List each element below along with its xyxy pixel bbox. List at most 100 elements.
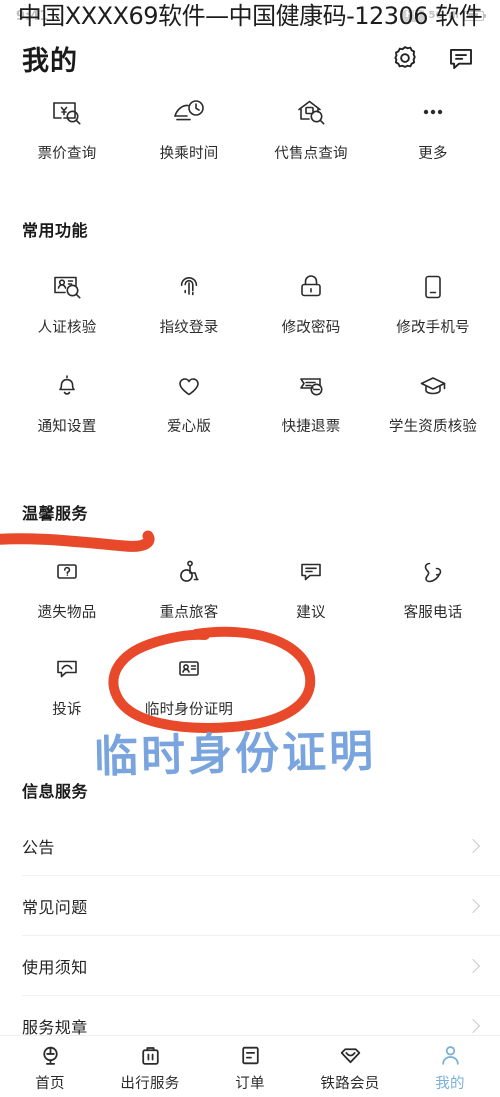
common-function-id-verify[interactable]: 人证核验 bbox=[6, 268, 128, 337]
member-diamond-icon bbox=[336, 1042, 364, 1068]
tab-label: 我的 bbox=[435, 1076, 465, 1092]
list-item[interactable]: 公告 bbox=[0, 816, 500, 876]
common-function-fingerprint-login[interactable]: 指纹登录 bbox=[128, 268, 250, 337]
phone-call-icon bbox=[413, 553, 453, 591]
chevron-right-icon bbox=[465, 898, 481, 914]
lock-icon bbox=[291, 268, 331, 306]
warm-services-grid-row1: 遗失物品 重点旅客 建议 客服电话 bbox=[0, 553, 500, 622]
chevron-right-icon bbox=[465, 1018, 481, 1034]
warm-services-grid-row2: 投诉 临时身份证明 bbox=[0, 650, 500, 719]
heart-icon bbox=[169, 367, 209, 405]
common-function-label: 通知设置 bbox=[37, 419, 97, 435]
common-function-label: 学生资质核验 bbox=[388, 419, 478, 435]
tab-orders[interactable]: 订单 bbox=[200, 1042, 300, 1093]
person-icon bbox=[436, 1042, 464, 1068]
message-icon[interactable] bbox=[446, 43, 476, 73]
fare-search-icon bbox=[47, 94, 87, 132]
more-dots-icon bbox=[413, 94, 453, 132]
warm-service-suggestion[interactable]: 建议 bbox=[250, 553, 372, 622]
temp-id-icon bbox=[169, 650, 209, 688]
tab-travel-services[interactable]: 出行服务 bbox=[100, 1042, 200, 1093]
list-item-label: 使用须知 bbox=[22, 958, 88, 977]
tab-home[interactable]: 首页 bbox=[0, 1042, 100, 1093]
app-screen: 9:41 HD 5G ıll 中国XXXX69软件—中国健康码-12306 软件… bbox=[0, 0, 500, 1097]
warm-service-label: 客服电话 bbox=[403, 605, 463, 621]
section-title-common-functions: 常用功能 bbox=[22, 221, 89, 240]
warm-service-complaint[interactable]: 投诉 bbox=[6, 650, 128, 719]
common-function-student-verify[interactable]: 学生资质核验 bbox=[372, 367, 494, 436]
header-actions bbox=[390, 43, 476, 73]
warm-service-label: 建议 bbox=[296, 605, 326, 621]
marker-underline bbox=[0, 530, 155, 552]
battery-icon bbox=[464, 10, 486, 21]
fingerprint-icon bbox=[169, 268, 209, 306]
refund-ticket-icon bbox=[291, 367, 331, 405]
list-item-label: 公告 bbox=[22, 838, 55, 857]
warm-service-label: 投诉 bbox=[52, 702, 82, 718]
common-function-label: 爱心版 bbox=[166, 419, 212, 435]
list-item[interactable]: 使用须知 bbox=[0, 936, 500, 996]
section-title-warm-services: 温馨服务 bbox=[22, 504, 89, 523]
list-item-label: 常见问题 bbox=[22, 898, 88, 917]
chevron-right-icon bbox=[465, 838, 481, 854]
common-function-label: 指纹登录 bbox=[159, 320, 219, 336]
common-function-label: 快捷退票 bbox=[281, 419, 341, 435]
bottom-tab-bar: 首页 出行服务 订单 铁路会员 我的 bbox=[0, 1035, 500, 1097]
quick-action-label: 更多 bbox=[418, 146, 448, 162]
warm-service-label: 重点旅客 bbox=[159, 605, 219, 621]
transfer-time-icon bbox=[169, 94, 209, 132]
home-rail-icon bbox=[36, 1042, 64, 1068]
common-function-change-password[interactable]: 修改密码 bbox=[250, 268, 372, 337]
page-header: 我的 bbox=[0, 32, 500, 84]
status-indicators: HD 5G ıll bbox=[402, 10, 486, 22]
page-title: 我的 bbox=[22, 45, 78, 77]
common-function-label: 人证核验 bbox=[37, 320, 97, 336]
quick-action-agency-search[interactable]: 代售点查询 bbox=[250, 94, 372, 163]
quick-action-more[interactable]: 更多 bbox=[372, 94, 494, 163]
common-function-change-phone[interactable]: 修改手机号 bbox=[372, 268, 494, 337]
status-time: 9:41 bbox=[16, 8, 49, 24]
warm-service-spacer-2 bbox=[372, 650, 494, 719]
quick-action-fare-search[interactable]: 票价查询 bbox=[6, 94, 128, 163]
tab-label: 出行服务 bbox=[120, 1076, 180, 1092]
wheelchair-icon bbox=[169, 553, 209, 591]
bell-icon bbox=[47, 367, 87, 405]
network-badge: 5G bbox=[428, 10, 444, 22]
id-verify-icon bbox=[47, 268, 87, 306]
status-bar: 9:41 HD 5G ıll bbox=[0, 0, 500, 32]
common-functions-grid-row2: 通知设置 爱心版 快捷退票 学生资质核验 bbox=[0, 367, 500, 436]
complaint-icon bbox=[47, 650, 87, 688]
tab-mine[interactable]: 我的 bbox=[400, 1042, 500, 1093]
quick-action-transfer-time[interactable]: 换乘时间 bbox=[128, 94, 250, 163]
quick-action-label: 票价查询 bbox=[37, 146, 97, 162]
tab-label: 铁路会员 bbox=[320, 1076, 380, 1092]
common-function-label: 修改密码 bbox=[281, 320, 341, 336]
warm-service-temp-id[interactable]: 临时身份证明 bbox=[128, 650, 250, 719]
common-function-notification-settings[interactable]: 通知设置 bbox=[6, 367, 128, 436]
list-item[interactable]: 常见问题 bbox=[0, 876, 500, 936]
warm-service-label: 遗失物品 bbox=[37, 605, 97, 621]
order-list-icon bbox=[236, 1042, 264, 1068]
tab-railway-member[interactable]: 铁路会员 bbox=[300, 1042, 400, 1093]
common-function-quick-refund[interactable]: 快捷退票 bbox=[250, 367, 372, 436]
phone-icon bbox=[413, 268, 453, 306]
signal-icon: ıll bbox=[448, 10, 459, 22]
warm-service-label: 临时身份证明 bbox=[144, 702, 234, 718]
quick-actions-grid: 票价查询 换乘时间 代售点查询 更多 bbox=[0, 94, 500, 163]
info-services-list: 公告 常见问题 使用须知 服务规章 bbox=[0, 816, 500, 1056]
lost-item-icon bbox=[47, 553, 87, 591]
hd-badge: HD bbox=[402, 10, 424, 22]
warm-service-lost-item[interactable]: 遗失物品 bbox=[6, 553, 128, 622]
warm-service-priority-passenger[interactable]: 重点旅客 bbox=[128, 553, 250, 622]
common-functions-grid-row1: 人证核验 指纹登录 修改密码 修改手机号 bbox=[0, 268, 500, 337]
quick-action-label: 换乘时间 bbox=[159, 146, 219, 162]
quick-action-label: 代售点查询 bbox=[274, 146, 348, 162]
common-function-accessible-version[interactable]: 爱心版 bbox=[128, 367, 250, 436]
graduation-cap-icon bbox=[413, 367, 453, 405]
gear-icon[interactable] bbox=[390, 43, 420, 73]
suitcase-icon bbox=[136, 1042, 164, 1068]
warm-service-service-hotline[interactable]: 客服电话 bbox=[372, 553, 494, 622]
warm-service-spacer-1 bbox=[250, 650, 372, 719]
suggestion-icon bbox=[291, 553, 331, 591]
section-title-info-services: 信息服务 bbox=[22, 782, 89, 801]
